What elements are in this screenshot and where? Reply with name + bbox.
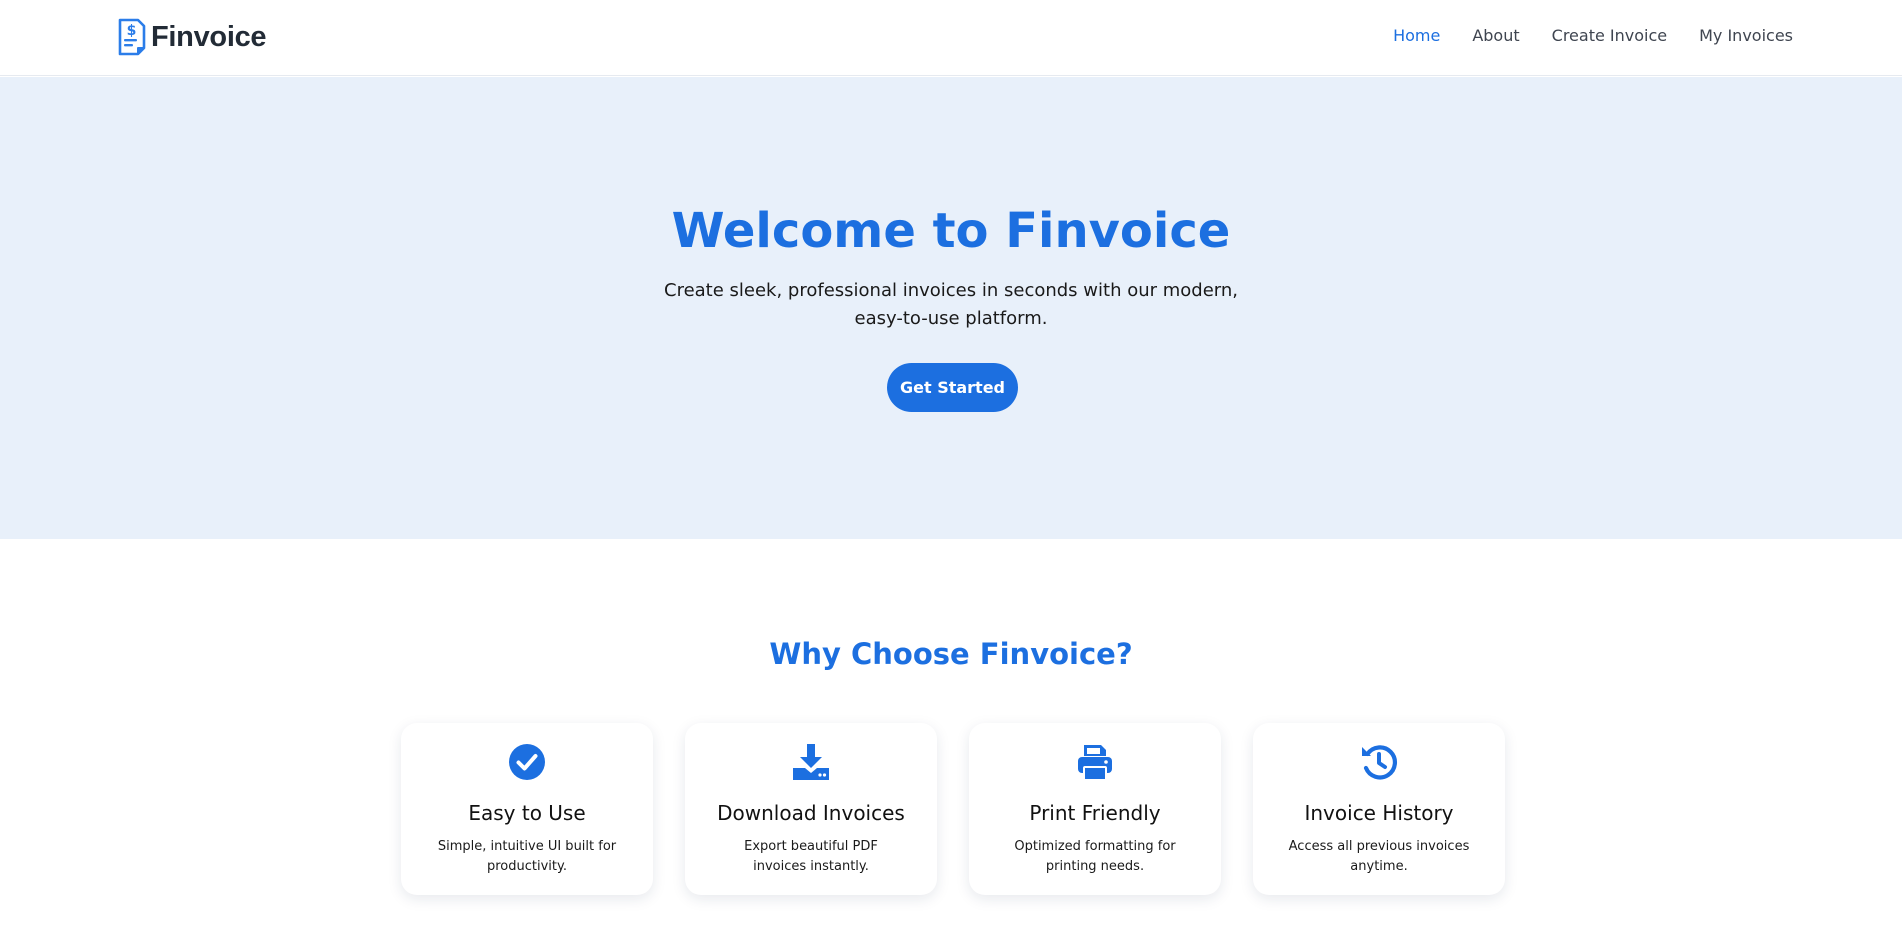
- nav-link-create-invoice[interactable]: Create Invoice: [1552, 24, 1667, 48]
- svg-text:$: $: [127, 23, 137, 39]
- features-title: Why Choose Finvoice?: [769, 637, 1133, 671]
- nav-item-my-invoices: My Invoices: [1699, 24, 1793, 48]
- feature-card-title: Invoice History: [1304, 801, 1454, 825]
- feature-card-description: Optimized formatting for printing needs.: [1014, 839, 1176, 874]
- history-icon: [1362, 745, 1398, 780]
- feature-card-title: Print Friendly: [1029, 801, 1161, 825]
- feature-card-description: Export beautiful PDF invoices instantly.: [744, 839, 878, 874]
- nav-item-home: Home: [1393, 24, 1440, 48]
- feature-card-download-invoices: Download Invoices Export beautiful PDF i…: [685, 723, 937, 895]
- feature-card-title: Download Invoices: [717, 801, 905, 825]
- navbar: $ Finvoice Home About Create Invoice My …: [0, 0, 1902, 76]
- feature-card-description: Access all previous invoices anytime.: [1288, 839, 1470, 874]
- brand-logo-link[interactable]: $ Finvoice: [117, 17, 267, 57]
- feature-card-description: Simple, intuitive UI built for productiv…: [437, 839, 617, 874]
- hero-subtitle: Create sleek, professional invoices in s…: [664, 280, 1238, 329]
- brand-name: Finvoice: [151, 20, 267, 53]
- printer-icon: [1078, 745, 1112, 781]
- hero-title: Welcome to Finvoice: [671, 203, 1231, 259]
- nav-link-my-invoices[interactable]: My Invoices: [1699, 24, 1793, 48]
- nav-link-home[interactable]: Home: [1393, 24, 1440, 48]
- nav-item-create-invoice: Create Invoice: [1552, 24, 1667, 48]
- feature-card-print-friendly: Print Friendly Optimized formatting for …: [969, 723, 1221, 895]
- download-icon: [793, 744, 829, 780]
- check-circle-icon: [509, 744, 545, 780]
- feature-card-title: Easy to Use: [468, 801, 586, 825]
- invoice-dollar-icon: $: [118, 18, 146, 56]
- hero-section: Welcome to Finvoice Create sleek, profes…: [0, 77, 1902, 539]
- main-nav: Home About Create Invoice My Invoices: [1393, 24, 1793, 48]
- feature-cards: Easy to Use Simple, intuitive UI built f…: [401, 723, 1505, 895]
- feature-card-invoice-history: Invoice History Access all previous invo…: [1253, 723, 1505, 895]
- nav-item-about: About: [1472, 24, 1519, 48]
- feature-card-easy-to-use: Easy to Use Simple, intuitive UI built f…: [401, 723, 653, 895]
- nav-link-about[interactable]: About: [1472, 24, 1519, 48]
- get-started-button[interactable]: Get Started: [887, 363, 1018, 412]
